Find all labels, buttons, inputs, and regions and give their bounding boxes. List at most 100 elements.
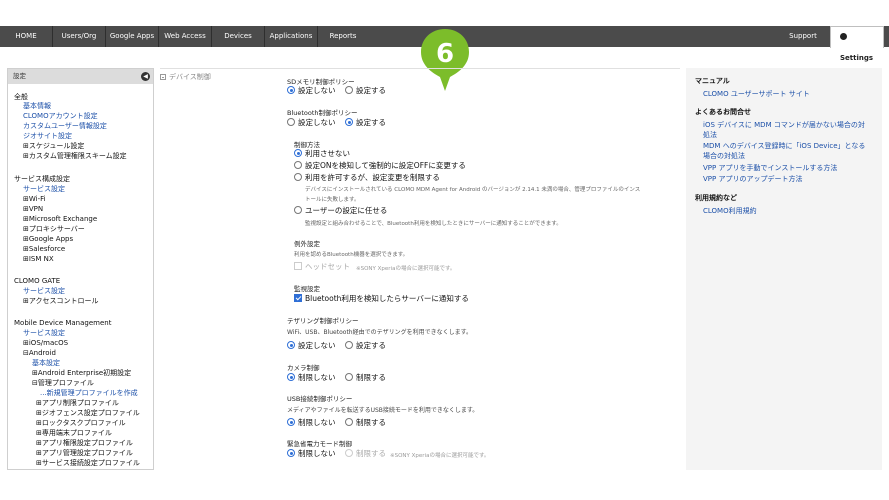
nav-users-org[interactable]: Users/Org xyxy=(53,26,106,47)
camera-option-unrestricted[interactable]: 制限しない xyxy=(287,373,336,383)
sidebar-link-new-profile[interactable]: ...新規管理プロファイルを作成 xyxy=(40,389,138,398)
emergency-option-restricted-label: 制限する xyxy=(356,449,386,458)
sidebar-tree-schedule[interactable]: ⊞スケジュール設定 xyxy=(23,142,84,151)
monitor-title: 監視設定 xyxy=(294,285,320,293)
sidebar-tree-custom-permission[interactable]: ⊞カスタム管理権限スキーム設定 xyxy=(23,152,127,161)
sidebar-link-service-settings[interactable]: サービス設定 xyxy=(23,185,65,194)
sidebar-link-gate-service-settings[interactable]: サービス設定 xyxy=(23,287,65,296)
sidebar-link-clomo-account[interactable]: CLOMOアカウント設定 xyxy=(23,112,98,121)
sidebar-tree-app-permission[interactable]: ⊞アプリ権限設定プロファイル xyxy=(36,439,133,448)
bt-method-restrict-change[interactable]: 利用を許可するが、設定変更を制限する xyxy=(294,173,440,183)
sidebar-tree-android[interactable]: ⊟Android xyxy=(23,349,56,358)
nav-applications[interactable]: Applications xyxy=(265,26,318,47)
faq-link-2-cont[interactable]: 場合の対処法 xyxy=(703,151,745,161)
sidebar-tree-android-enterprise[interactable]: ⊞Android Enterprise初期設定 xyxy=(32,369,131,378)
sd-option-off[interactable]: 設定しない xyxy=(287,86,336,96)
nav-support[interactable]: Support xyxy=(776,26,830,47)
radio-icon[interactable] xyxy=(287,341,295,349)
sidebar-tree-exchange[interactable]: ⊞Microsoft Exchange xyxy=(23,215,97,224)
sidebar-tree-access-control[interactable]: ⊞アクセスコントロール xyxy=(23,297,99,306)
sidebar-group-clomo-gate: CLOMO GATE xyxy=(14,277,61,285)
bt-method-disallow[interactable]: 利用させない xyxy=(294,149,350,159)
exception-headset-note: ※SONY Xperiaの場合に選択可能です。 xyxy=(356,266,456,272)
usb-option-unrestricted-label: 制限しない xyxy=(298,418,336,427)
sidebar-tree-proxy[interactable]: ⊞プロキシサーバー xyxy=(23,225,85,234)
radio-icon[interactable] xyxy=(287,449,295,457)
radio-icon[interactable] xyxy=(345,341,353,349)
radio-icon[interactable] xyxy=(287,373,295,381)
checkbox-icon[interactable] xyxy=(294,294,302,302)
radio-icon[interactable] xyxy=(294,173,302,181)
sidebar-tree-app-restriction[interactable]: ⊞アプリ制限プロファイル xyxy=(36,399,119,408)
manual-link[interactable]: CLOMO ユーザーサポート サイト xyxy=(703,89,810,99)
sidebar-tree-ism-nx[interactable]: ⊞ISM NX xyxy=(23,255,54,264)
radio-icon[interactable] xyxy=(345,86,353,94)
sidebar-tree-geofence[interactable]: ⊞ジオフェンス設定プロファイル xyxy=(36,409,140,418)
faq-link-3[interactable]: VPP アプリを手動でインストールする方法 xyxy=(703,163,837,173)
nav-settings-label: Settings xyxy=(840,54,874,62)
radio-icon[interactable] xyxy=(294,149,302,157)
usb-option-unrestricted[interactable]: 制限しない xyxy=(287,418,336,428)
radio-icon[interactable] xyxy=(287,118,295,126)
tether-option-on[interactable]: 設定する xyxy=(345,341,386,351)
sidebar-link-custom-user-info[interactable]: カスタムユーザー情報設定 xyxy=(23,122,107,131)
checkbox-icon[interactable] xyxy=(294,262,302,270)
nav-home[interactable]: HOME xyxy=(0,26,53,47)
terms-link[interactable]: CLOMO利用規約 xyxy=(703,206,757,216)
sidebar-tree-dedicated-device[interactable]: ⊞専用端末プロファイル xyxy=(36,429,112,438)
bt-option-on[interactable]: 設定する xyxy=(345,118,386,128)
sidebar-link-geosite[interactable]: ジオサイト設定 xyxy=(23,132,72,141)
sidebar-link-mdm-service-settings[interactable]: サービス設定 xyxy=(23,329,65,338)
bt-method-user-choice[interactable]: ユーザーの設定に任せる xyxy=(294,206,387,216)
emergency-option-restricted[interactable]: 制限する xyxy=(345,449,386,459)
collapse-icon[interactable]: ◀ xyxy=(141,72,150,81)
exception-headset-checkbox[interactable]: ヘッドセット xyxy=(294,262,350,272)
radio-icon[interactable] xyxy=(345,449,353,457)
faq-link-1[interactable]: iOS デバイスに MDM コマンドが届かない場合の対 xyxy=(703,120,865,130)
tether-option-on-label: 設定する xyxy=(356,341,386,350)
faq-link-2[interactable]: MDM へのデバイス登録時に「iOS Device」となる xyxy=(703,141,865,151)
bt-method-disallow-label: 利用させない xyxy=(305,149,350,158)
bt-option-off[interactable]: 設定しない xyxy=(287,118,336,128)
radio-icon[interactable] xyxy=(345,373,353,381)
terms-title: 利用規約など xyxy=(695,194,737,202)
emergency-note: ※SONY Xperiaの場合に選択可能です。 xyxy=(390,453,490,459)
faq-link-4[interactable]: VPP アプリのアップデート方法 xyxy=(703,174,802,184)
camera-option-unrestricted-label: 制限しない xyxy=(298,373,336,382)
section-device-control[interactable]: デバイス制御 xyxy=(160,72,211,82)
sidebar-tree-wifi[interactable]: ⊞Wi-Fi xyxy=(23,195,46,204)
sidebar-tree-service-connection[interactable]: ⊞サービス接続設定プロファイル xyxy=(36,459,140,468)
tether-option-off[interactable]: 設定しない xyxy=(287,341,336,351)
help-panel: マニュアル CLOMO ユーザーサポート サイト よくあるお問合せ iOS デバ… xyxy=(686,68,882,470)
sidebar-tree-app-management[interactable]: ⊞アプリ管理設定プロファイル xyxy=(36,449,133,458)
sidebar-link-android-basic[interactable]: 基本設定 xyxy=(32,359,60,368)
nav-google-apps[interactable]: Google Apps xyxy=(106,26,159,47)
radio-icon[interactable] xyxy=(345,118,353,126)
sidebar-tree-google-apps[interactable]: ⊞Google Apps xyxy=(23,235,73,244)
sidebar-tree-ios-macos[interactable]: ⊞iOS/macOS xyxy=(23,339,68,348)
nav-web-access[interactable]: Web Access xyxy=(159,26,212,47)
emergency-option-unrestricted[interactable]: 制限しない xyxy=(287,449,336,459)
camera-option-restricted[interactable]: 制限する xyxy=(345,373,386,383)
radio-icon[interactable] xyxy=(287,418,295,426)
sidebar-tree-vpn[interactable]: ⊞VPN xyxy=(23,205,43,214)
sidebar-tree-management-profile[interactable]: ⊟管理プロファイル xyxy=(32,379,94,388)
nav-devices[interactable]: Devices xyxy=(212,26,265,47)
sidebar-tree-salesforce[interactable]: ⊞Salesforce xyxy=(23,245,65,254)
sd-option-on[interactable]: 設定する xyxy=(345,86,386,96)
nav-settings-tab[interactable]: Settings xyxy=(830,26,884,62)
bt-method-force-off[interactable]: 設定ONを検知して強制的に設定OFFに変更する xyxy=(294,161,466,171)
sidebar-group-general: 全般 xyxy=(14,93,28,101)
sidebar-link-basic-info[interactable]: 基本情報 xyxy=(23,102,51,111)
sidebar-tree-lock-task[interactable]: ⊞ロックタスクプロファイル xyxy=(36,419,126,428)
radio-icon[interactable] xyxy=(294,161,302,169)
monitor-notify-checkbox[interactable]: Bluetooth利用を検知したらサーバーに通知する xyxy=(294,294,469,304)
radio-icon[interactable] xyxy=(287,86,295,94)
nav-reports[interactable]: Reports xyxy=(318,26,368,47)
faq-link-1-cont[interactable]: 処法 xyxy=(703,130,717,140)
radio-icon[interactable] xyxy=(345,418,353,426)
bt-method-restrict-change-label: 利用を許可するが、設定変更を制限する xyxy=(305,173,440,182)
radio-icon[interactable] xyxy=(294,206,302,214)
usb-option-restricted[interactable]: 制限する xyxy=(345,418,386,428)
sd-option-on-label: 設定する xyxy=(356,86,386,95)
